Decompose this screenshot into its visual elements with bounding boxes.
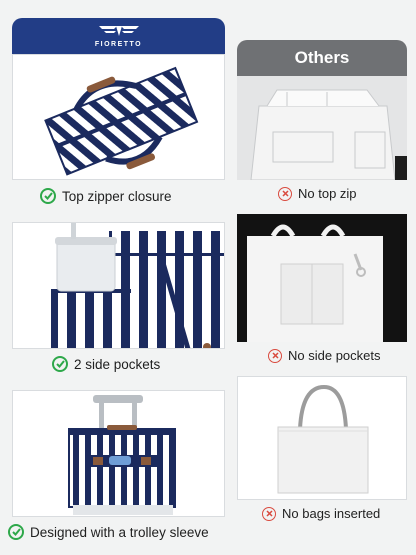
check-icon: [52, 356, 68, 372]
others-feature-label: No top zip: [298, 186, 357, 201]
feature-trolley-sleeve: Designed with a trolley sleeve: [8, 524, 209, 540]
zipper-bag-image: [12, 54, 225, 180]
feature-label: Designed with a trolley sleeve: [30, 524, 209, 540]
feature-label: 2 side pockets: [74, 356, 161, 372]
others-no-top-zip: No top zip: [278, 186, 357, 201]
others-header: Others: [237, 40, 407, 76]
feature-side-pockets: 2 side pockets: [52, 356, 160, 372]
feature-top-zipper: Top zipper closure: [40, 188, 172, 204]
others-plain-tote-image: [237, 376, 407, 500]
brand-name: FIORETTO: [94, 41, 143, 48]
cross-icon: [278, 186, 292, 201]
check-icon: [40, 188, 56, 204]
feature-label: Top zipper closure: [62, 188, 172, 204]
others-no-side-pockets: No side pockets: [268, 348, 381, 363]
check-icon: [8, 524, 24, 540]
others-feature-label: No bags inserted: [282, 506, 381, 521]
others-no-bags-inserted: No bags inserted: [262, 506, 380, 521]
trolley-sleeve-image: [12, 390, 225, 517]
others-feature-label: No side pockets: [288, 348, 381, 363]
cross-icon: [268, 348, 282, 363]
side-pockets-image: [12, 222, 225, 349]
brand-header: FIORETTO: [12, 18, 225, 54]
others-open-bag-image: [237, 76, 407, 180]
cross-icon: [262, 506, 276, 521]
others-no-pockets-image: [237, 214, 407, 342]
